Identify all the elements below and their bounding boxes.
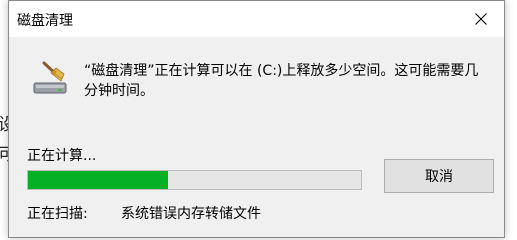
window-title: 磁盘清理 [17,13,73,29]
dialog-content: “磁盘清理”正在计算可以在 (C:)上释放多少空间。这可能需要几分钟时间。 正在… [9,37,504,237]
progress-fill [28,171,168,189]
scan-label: 正在扫描: [27,206,88,222]
cancel-button[interactable]: 取消 [384,159,494,193]
dialog-message: “磁盘清理”正在计算可以在 (C:)上释放多少空间。这可能需要几分钟时间。 [84,63,479,99]
scan-status: 正在扫描: 系统错误内存转储文件 [27,203,261,223]
close-icon [475,13,487,25]
progress-bar [27,170,362,190]
disk-cleanup-icon [33,61,67,94]
scan-item: 系统错误内存转储文件 [121,206,261,222]
close-button[interactable] [458,1,504,37]
title-bar[interactable]: 磁盘清理 [9,1,504,37]
disk-cleanup-dialog: 磁盘清理 “磁盘清理”正在计算可以在 (C:)上释放多少空间。这可能需要几分钟时… [8,0,505,238]
progress-label: 正在计算... [27,148,97,164]
